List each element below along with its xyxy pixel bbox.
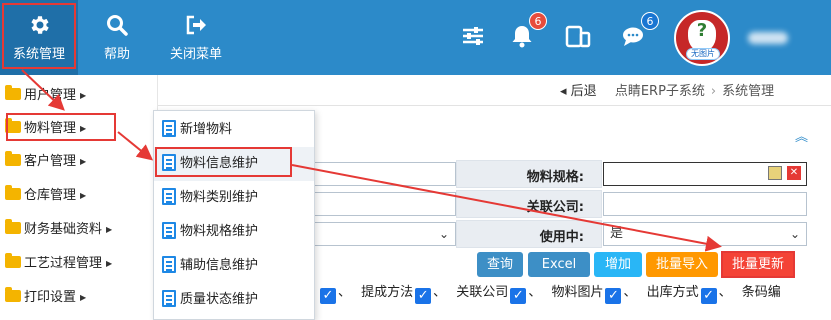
batch-import-button[interactable]: 批量导入 (646, 252, 718, 277)
caret-right-icon: ▶ (80, 293, 87, 302)
folder-icon (5, 287, 21, 302)
checkbox-checked[interactable]: ✓ (605, 288, 622, 304)
help-button[interactable]: 帮助 (92, 0, 142, 75)
sidebar-item-customer-management[interactable]: 客户管理 ▶ (0, 145, 158, 179)
query-button[interactable]: 查询 (477, 252, 523, 277)
folder-icon (5, 219, 21, 234)
sidebar-item-label: 工艺过程管理 (24, 256, 103, 271)
avatar-no-picture-label: 无图片 (686, 48, 720, 60)
company-label: 关联公司: (526, 200, 584, 215)
help-label: 帮助 (103, 47, 130, 62)
checkbox-checked[interactable]: ✓ (415, 288, 432, 304)
column-checkbox-row: ✓、 提成方法 ✓、 关联公司 ✓、 物料图片 ✓、 出库方式 ✓、 条码编 (318, 281, 781, 304)
divider (158, 105, 831, 106)
document-icon (162, 256, 176, 273)
exit-icon (186, 15, 206, 35)
caret-right-icon: ▶ (106, 225, 113, 234)
submenu-item-material-spec[interactable]: 物料规格维护 (154, 215, 314, 249)
material-submenu: 新增物料 物料信息维护 物料类别维护 物料规格维护 辅助信息维护 质量状态维护 (153, 110, 315, 320)
breadcrumb-separator: › (710, 84, 717, 99)
left-select[interactable]: ⌄ (312, 222, 456, 246)
submenu-item-label: 辅助信息维护 (180, 258, 259, 273)
active-select-value: 是 (610, 226, 624, 241)
close-menu-button[interactable]: 关闭菜单 (160, 0, 232, 75)
sidebar-item-label: 客户管理 (24, 154, 77, 169)
add-button[interactable]: 增加 (594, 252, 642, 277)
left-field-1[interactable] (312, 162, 456, 186)
column-label: 物料图片 (551, 285, 604, 300)
left-field-2[interactable] (312, 192, 456, 216)
username-blurred (748, 32, 788, 44)
column-label: 条码编 (741, 285, 781, 300)
checkbox-checked[interactable]: ✓ (320, 288, 336, 304)
sidebar-item-process-management[interactable]: 工艺过程管理 ▶ (0, 247, 158, 281)
folder-icon (5, 253, 21, 268)
spec-label: 物料规格: (526, 170, 584, 185)
sidebar-item-print-settings[interactable]: 打印设置 ▶ (0, 281, 158, 315)
document-icon (162, 290, 176, 307)
active-label: 使用中: (539, 230, 584, 245)
annotation-box-batch-update (721, 251, 795, 278)
sliders-icon[interactable] (459, 22, 487, 50)
submenu-item-label: 物料类别维护 (180, 190, 259, 205)
sidebar-item-label: 财务基础资料 (24, 222, 103, 237)
caret-right-icon: ▶ (80, 91, 87, 100)
breadcrumb-item-system: 系统管理 (722, 84, 775, 99)
message-badge: 6 (641, 12, 659, 30)
search-icon (107, 15, 128, 36)
column-label: 出库方式 (646, 285, 699, 300)
sidebar-item-label: 打印设置 (24, 290, 77, 305)
column-label: 提成方法 (361, 285, 414, 300)
active-select[interactable]: 是 ⌄ (603, 222, 807, 246)
chevron-down-icon: ⌄ (789, 227, 800, 241)
sidebar: 用户管理 ▶ 物料管理 ▶ 客户管理 ▶ 仓库管理 ▶ 财务基础资料 ▶ 工艺过程管理 ▶ … (0, 75, 158, 320)
caret-right-icon: ▶ (106, 259, 113, 268)
sidebar-item-label: 用户管理 (24, 88, 77, 103)
folder-icon (5, 151, 21, 166)
caret-right-icon: ▶ (80, 191, 87, 200)
submenu-item-new-material[interactable]: 新增物料 (154, 113, 314, 147)
close-menu-label: 关闭菜单 (169, 47, 222, 62)
sidebar-item-warehouse-management[interactable]: 仓库管理 ▶ (0, 179, 158, 213)
document-icon (162, 120, 176, 137)
checkbox-checked[interactable]: ✓ (510, 288, 527, 304)
submenu-item-quality-status[interactable]: 质量状态维护 (154, 283, 314, 317)
submenu-item-label: 质量状态维护 (180, 292, 259, 307)
document-icon (162, 222, 176, 239)
breadcrumb-item-erp[interactable]: 点睛ERP子系统 (615, 84, 705, 99)
back-label: 后退 (570, 84, 597, 99)
avatar[interactable]: ? 无图片 (674, 10, 730, 66)
submenu-item-label: 物料规格维护 (180, 224, 259, 239)
document-icon (162, 188, 176, 205)
breadcrumb: ◂ 后退 点睛ERP子系统 › 系统管理 (560, 80, 774, 100)
question-mark-icon: ? (696, 20, 708, 41)
caret-right-icon: ▶ (80, 157, 87, 166)
submenu-item-label: 新增物料 (180, 122, 233, 137)
devices-icon[interactable] (564, 22, 592, 50)
sidebar-item-finance-basics[interactable]: 财务基础资料 ▶ (0, 213, 158, 247)
company-input[interactable] (603, 192, 807, 216)
submenu-item-auxiliary-info[interactable]: 辅助信息维护 (154, 249, 314, 283)
annotation-box-material-info (155, 147, 292, 177)
annotation-box-material-management (6, 113, 116, 141)
collapse-icon[interactable]: ︽ (795, 126, 808, 145)
sidebar-item-label: 仓库管理 (24, 188, 77, 203)
notification-badge: 6 (529, 12, 547, 30)
folder-icon (5, 85, 21, 100)
excel-button[interactable]: Excel (528, 252, 590, 277)
sidebar-item-user-management[interactable]: 用户管理 ▶ (0, 79, 158, 113)
checkbox-checked[interactable]: ✓ (700, 288, 717, 304)
back-link[interactable]: ◂ 后退 (560, 84, 597, 99)
top-header: 系统管理 帮助 关闭菜单 6 6 ? 无图片 (0, 0, 831, 75)
picker-icon[interactable] (768, 166, 782, 180)
chevron-down-icon: ⌄ (438, 227, 449, 241)
submenu-item-material-category[interactable]: 物料类别维护 (154, 181, 314, 215)
folder-icon (5, 185, 21, 200)
column-label: 关联公司 (456, 285, 509, 300)
clear-icon[interactable]: ✕ (787, 166, 801, 180)
annotation-box-system-management (2, 3, 76, 69)
